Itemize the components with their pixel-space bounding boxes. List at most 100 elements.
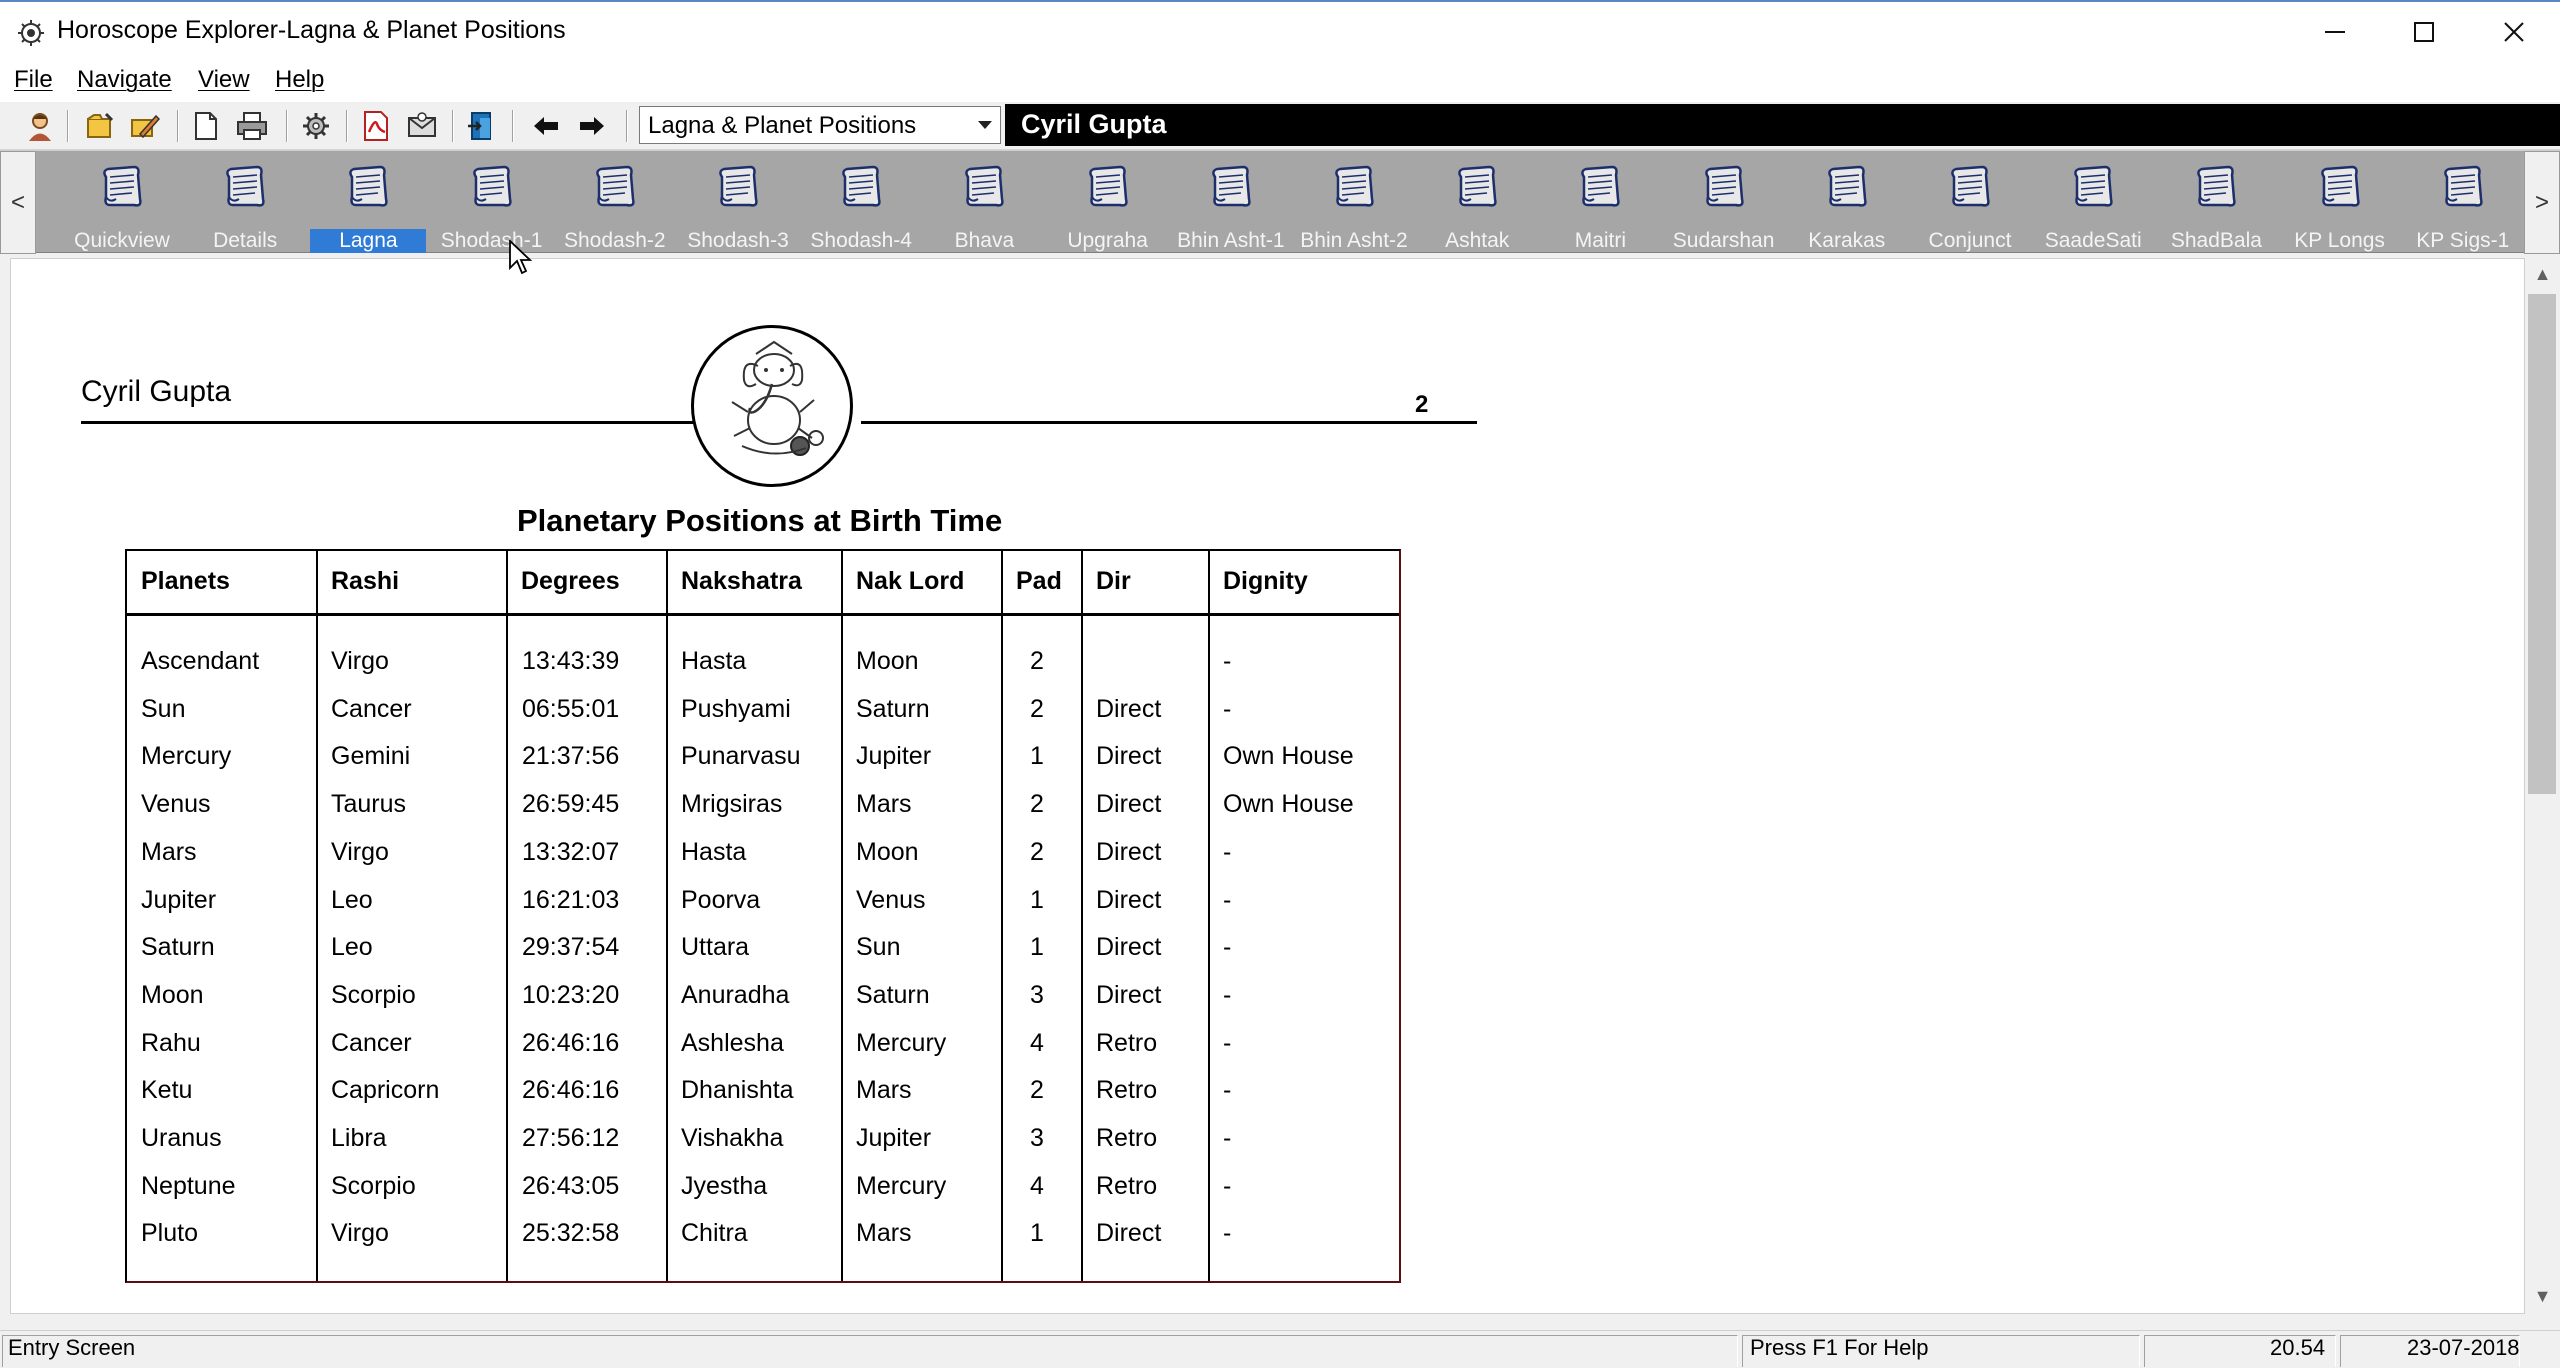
strip-item-bhin-asht-1[interactable]: Bhin Asht-1 bbox=[1171, 163, 1291, 252]
strip-item-label: SaadeSati bbox=[2044, 229, 2142, 252]
strip-item-karakas[interactable]: Karakas bbox=[1787, 163, 1907, 252]
strip-item-sudarshan[interactable]: Sudarshan bbox=[1664, 163, 1784, 252]
app-window: Horoscope Explorer-Lagna & Planet Positi… bbox=[0, 0, 2560, 1368]
table-cell: Moon bbox=[856, 837, 919, 866]
new-document-button[interactable] bbox=[188, 108, 224, 144]
ganesha-emblem bbox=[691, 325, 853, 487]
toolbar-separator bbox=[346, 110, 348, 142]
person-icon bbox=[29, 113, 51, 141]
column-header: Dir bbox=[1096, 567, 1131, 595]
strip-item-shodash-4[interactable]: Shodash-4 bbox=[801, 163, 921, 252]
scrollbar-thumb[interactable] bbox=[2528, 294, 2556, 794]
table-cell: Cancer bbox=[331, 1028, 412, 1057]
table-cell: Uttara bbox=[681, 933, 750, 962]
scroll-document-icon bbox=[719, 165, 758, 207]
scroll-down-icon[interactable]: ▼ bbox=[2525, 1280, 2560, 1312]
table-cell: Taurus bbox=[331, 790, 407, 819]
strip-item-shodash-3[interactable]: Shodash-3 bbox=[678, 163, 798, 252]
table-cell: - bbox=[1223, 1124, 1232, 1152]
scroll-up-icon[interactable]: ▲ bbox=[2525, 258, 2560, 290]
email-button[interactable] bbox=[404, 108, 440, 144]
strip-item-shodash-2[interactable]: Shodash-2 bbox=[555, 163, 675, 252]
strip-item-upgraha[interactable]: Upgraha bbox=[1048, 163, 1168, 252]
table-cell: 26:46:16 bbox=[522, 1076, 620, 1105]
open-chart-button[interactable] bbox=[82, 108, 118, 144]
status-bar: Entry Screen Press F1 For Help 20.54 23-… bbox=[0, 1330, 2560, 1368]
strip-item-label: Lagna bbox=[310, 229, 427, 253]
menu-view[interactable]: View bbox=[198, 66, 250, 94]
ganesha-icon bbox=[731, 340, 824, 456]
table-cell: Ashlesha bbox=[681, 1028, 784, 1057]
table-cell: Scorpio bbox=[331, 980, 416, 1009]
scroll-document-icon bbox=[226, 165, 265, 207]
menu-navigate[interactable]: Navigate bbox=[77, 66, 172, 94]
table-cell: Direct bbox=[1096, 694, 1162, 723]
table-cell: Jupiter bbox=[856, 742, 932, 771]
report-view: Cyril Gupta 2 Planetary Positions at Bir… bbox=[10, 258, 2525, 1314]
person-button[interactable] bbox=[22, 108, 58, 144]
table-cell: 1 bbox=[1030, 742, 1044, 771]
scroll-document-icon bbox=[1088, 165, 1128, 207]
exit-button[interactable] bbox=[464, 108, 500, 144]
close-icon bbox=[2504, 22, 2524, 42]
toolbar-separator bbox=[452, 110, 454, 142]
person-name: Cyril Gupta bbox=[1021, 109, 1167, 139]
minimize-button[interactable] bbox=[2289, 2, 2381, 62]
print-button[interactable] bbox=[234, 108, 270, 144]
menu-help[interactable]: Help bbox=[275, 66, 324, 94]
planet-positions-table: Planets Rashi Degrees Nakshatra Nak Lord Pad D… bbox=[125, 549, 1401, 1283]
edit-chart-button[interactable] bbox=[126, 108, 162, 144]
page-select-dropdown[interactable]: Lagna & Planet Positions bbox=[639, 106, 1001, 144]
strip-item-ashtak[interactable]: Ashtak bbox=[1417, 163, 1537, 252]
table-cell: Leo bbox=[331, 885, 373, 914]
strip-item-conjunct[interactable]: Conjunct bbox=[1910, 163, 2030, 252]
strip-item-label: Upgraha bbox=[1067, 229, 1148, 252]
scroll-document-icon bbox=[2074, 165, 2113, 207]
strip-item-quickview[interactable]: Quickview bbox=[62, 163, 182, 252]
back-button[interactable] bbox=[528, 108, 564, 144]
table-cell: 16:21:03 bbox=[522, 885, 620, 914]
table-cell: 25:32:58 bbox=[522, 1219, 620, 1248]
maximize-button[interactable] bbox=[2378, 2, 2470, 62]
strip-item-details[interactable]: Details bbox=[185, 163, 305, 252]
menu-file[interactable]: File bbox=[14, 66, 53, 94]
column-header: Planets bbox=[141, 567, 230, 595]
table-cell: Direct bbox=[1096, 885, 1162, 914]
strip-item-saadesati[interactable]: SaadeSati bbox=[2033, 163, 2153, 252]
strip-item-maitri[interactable]: Maitri bbox=[1540, 163, 1660, 252]
table-cell: Mercury bbox=[856, 1171, 947, 1200]
table-cell: 3 bbox=[1030, 980, 1044, 1009]
new-document-icon bbox=[195, 112, 217, 140]
table-cell: Hasta bbox=[681, 837, 747, 866]
forward-button[interactable] bbox=[574, 108, 610, 144]
scroll-document-icon bbox=[965, 165, 1005, 207]
strip-item-lagna[interactable]: Lagna bbox=[308, 163, 428, 253]
table-cell: Jyestha bbox=[681, 1171, 768, 1200]
table-cell: Mercury bbox=[141, 742, 232, 771]
settings-button[interactable] bbox=[298, 108, 334, 144]
pdf-export-button[interactable] bbox=[358, 108, 394, 144]
strip-item-label: Bhava bbox=[954, 229, 1015, 252]
strip-scroll-right-button[interactable]: > bbox=[2524, 151, 2560, 254]
strip-item-shadbala[interactable]: ShadBala bbox=[2156, 163, 2276, 252]
strip-item-kp-sigs-1[interactable]: KP Sigs-1 bbox=[2403, 163, 2523, 252]
strip-item-label: KP Sigs-1 bbox=[2416, 229, 2510, 252]
chevron-right-icon: > bbox=[2534, 188, 2549, 216]
table-cell: 06:55:01 bbox=[522, 694, 620, 723]
strip-item-shodash-1[interactable]: Shodash-1 bbox=[432, 163, 552, 252]
vertical-scrollbar[interactable]: ▲ ▼ bbox=[2525, 258, 2560, 1314]
arrow-left-icon bbox=[534, 117, 558, 135]
table-column-rule bbox=[841, 551, 843, 1281]
table-column-rule bbox=[506, 551, 508, 1281]
close-button[interactable] bbox=[2468, 2, 2560, 62]
strip-item-bhin-asht-2[interactable]: Bhin Asht-2 bbox=[1294, 163, 1414, 252]
table-cell: 3 bbox=[1030, 1124, 1044, 1152]
strip-item-kp-longs[interactable]: KP Longs bbox=[2280, 163, 2400, 252]
open-folder-icon bbox=[87, 112, 114, 138]
chevron-down-icon[interactable] bbox=[970, 107, 1000, 143]
scroll-document-icon bbox=[1827, 165, 1867, 207]
strip-scroll-left-button[interactable]: < bbox=[0, 151, 36, 254]
table-cell: Venus bbox=[141, 790, 211, 819]
strip-item-label: Details bbox=[213, 229, 278, 252]
strip-item-bhava[interactable]: Bhava bbox=[924, 163, 1044, 252]
